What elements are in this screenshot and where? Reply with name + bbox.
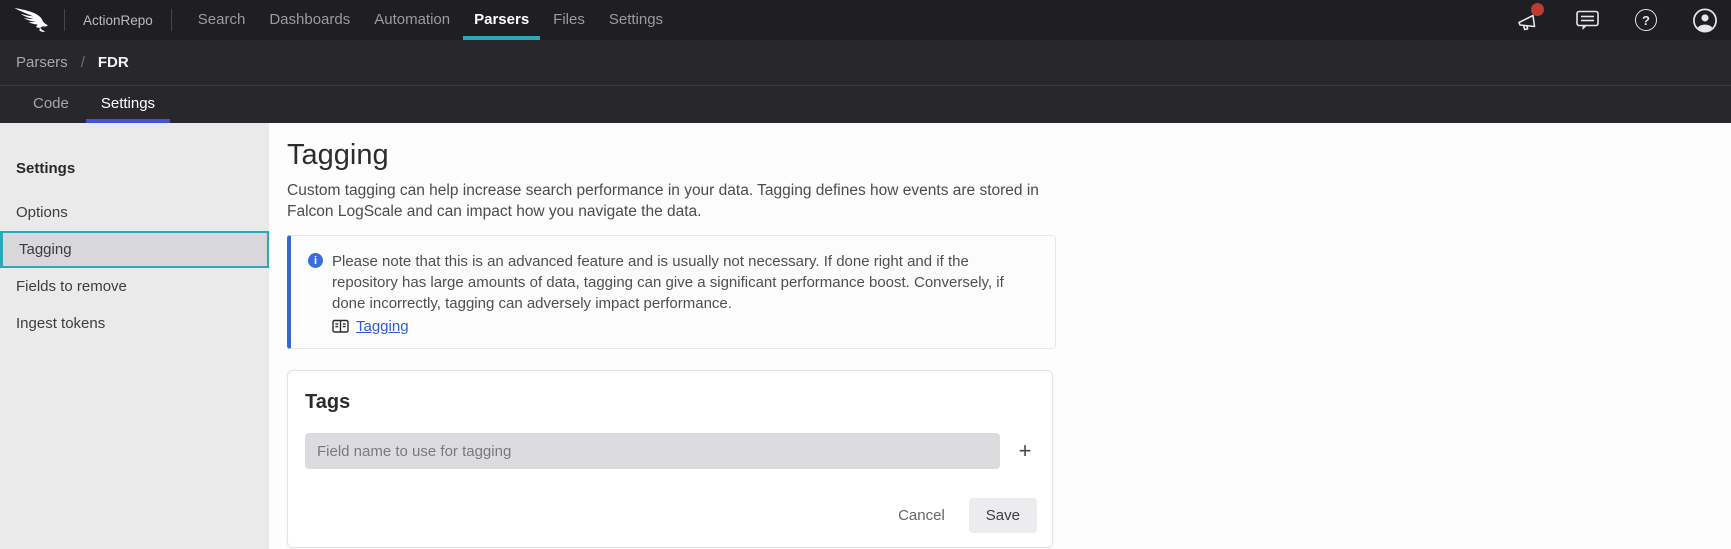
content-area: Settings Options Tagging Fields to remov… [0,123,1731,549]
repo-name-label[interactable]: ActionRepo [83,13,153,28]
sidebar-item-label: Fields to remove [16,278,127,295]
sidebar-heading: Settings [0,160,269,177]
nav-item-search[interactable]: Search [186,0,258,40]
page-description: Custom tagging can help increase search … [287,180,1731,222]
notification-badge [1531,3,1544,16]
sidebar-item-label: Ingest tokens [16,315,105,332]
sidebar-item-tagging[interactable]: Tagging [0,231,269,268]
breadcrumb-parsers[interactable]: Parsers [16,54,68,71]
nav-item-parsers[interactable]: Parsers [462,0,541,40]
divider [171,9,172,31]
add-tag-button[interactable]: + [1013,440,1037,462]
tag-field-name-input[interactable] [305,433,1000,469]
info-note: i Please note that this is an advanced f… [287,235,1056,349]
tab-settings[interactable]: Settings [85,86,171,123]
sidebar-item-label: Options [16,204,68,221]
top-nav-bar: ActionRepo Search Dashboards Automation … [0,0,1731,40]
user-avatar-icon[interactable] [1692,7,1718,33]
parser-tabs: Code Settings [0,86,1731,123]
breadcrumb-separator: / [81,54,85,71]
nav-item-settings[interactable]: Settings [597,0,675,40]
info-icon: i [308,253,323,268]
tab-code[interactable]: Code [17,86,85,123]
help-glyph: ? [1642,13,1650,28]
book-icon [332,319,349,334]
crowdstrike-falcon-logo-icon[interactable] [13,7,53,34]
nav-item-files[interactable]: Files [541,0,597,40]
cancel-button[interactable]: Cancel [890,501,953,530]
top-nav-actions: ? [1515,7,1731,33]
divider [64,9,65,31]
sidebar-item-ingest-tokens[interactable]: Ingest tokens [0,305,269,342]
announcements-icon[interactable] [1515,7,1541,33]
sidebar-item-label: Tagging [19,241,72,258]
tags-card-title: Tags [305,391,1037,414]
tags-card: Tags + Cancel Save [287,370,1053,548]
breadcrumb: Parsers / FDR [0,40,1731,86]
main-panel: Tagging Custom tagging can help increase… [269,123,1731,549]
feedback-message-icon[interactable] [1574,7,1600,33]
sidebar-item-fields-to-remove[interactable]: Fields to remove [0,268,269,305]
primary-nav: Search Dashboards Automation Parsers Fil… [186,0,675,40]
tagging-doc-link[interactable]: Tagging [356,318,409,335]
nav-item-dashboards[interactable]: Dashboards [257,0,362,40]
settings-sidebar: Settings Options Tagging Fields to remov… [0,123,269,549]
sidebar-item-options[interactable]: Options [0,194,269,231]
save-button[interactable]: Save [969,498,1037,533]
nav-item-automation[interactable]: Automation [362,0,462,40]
breadcrumb-current-fdr: FDR [98,54,129,71]
help-icon[interactable]: ? [1633,7,1659,33]
info-note-text: Please note that this is an advanced fea… [332,251,1004,314]
page-title: Tagging [287,139,1731,172]
